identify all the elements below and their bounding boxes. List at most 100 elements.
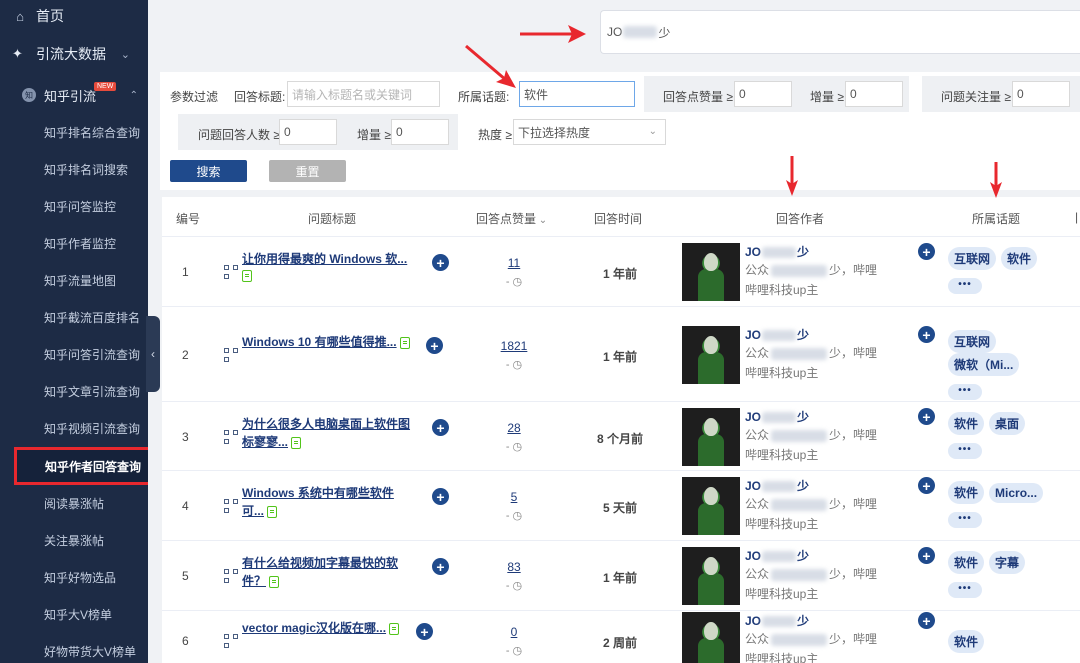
document-icon[interactable] (389, 622, 400, 635)
question-title-link[interactable]: vector magic汉化版在哪... (242, 621, 386, 635)
sidebar-item[interactable]: 知乎好物选品 (0, 559, 148, 596)
votes-input[interactable]: 0 (734, 81, 792, 107)
document-icon[interactable] (399, 336, 410, 349)
question-title-link[interactable]: 让你用得最爽的 Windows 软... (242, 252, 407, 266)
author-avatar[interactable] (682, 243, 740, 301)
add-author-icon[interactable]: + (918, 612, 935, 629)
sidebar-item[interactable]: 知乎问答监控 (0, 188, 148, 225)
add-author-icon[interactable]: + (918, 326, 935, 343)
sidebar-item[interactable]: 知乎问答引流查询 (0, 336, 148, 373)
sidebar-item[interactable]: 知乎排名综合查询 (0, 114, 148, 151)
author-name-prefix: JO (745, 479, 762, 493)
sidebar-item[interactable]: 知乎视频引流查询 (0, 410, 148, 447)
qr-icon[interactable] (224, 429, 238, 444)
author-name[interactable]: JO 少 (745, 547, 905, 564)
author-name[interactable]: JO 少 (745, 326, 905, 343)
add-question-icon[interactable]: + (432, 558, 449, 575)
more-tags-button[interactable]: ••• (948, 582, 982, 598)
author-avatar[interactable] (682, 408, 740, 466)
topic-tag[interactable]: Micro... (989, 483, 1044, 503)
question-title-cell: vector magic汉化版在哪... (242, 619, 412, 637)
add-question-icon[interactable]: + (432, 488, 449, 505)
sidebar-item[interactable]: 阅读暴涨帖 (0, 485, 148, 522)
reset-button[interactable]: 重置 (269, 160, 346, 182)
more-tags-button[interactable]: ••• (948, 512, 982, 528)
topic-tag[interactable]: 互联网 (948, 247, 997, 270)
sidebar-item[interactable]: 好物带货大V榜单 (0, 633, 148, 663)
qr-icon[interactable] (224, 498, 238, 513)
qr-icon[interactable] (224, 347, 238, 362)
question-title-link[interactable]: Windows 10 有哪些值得推... (242, 335, 397, 349)
topic-tag[interactable]: 软件 (948, 481, 985, 504)
question-title-link[interactable]: 为什么很多人电脑桌面上软件图标寥寥... (242, 417, 410, 449)
question-title-link[interactable]: 有什么给视频加字幕最快的软件？ (242, 556, 398, 588)
sidebar-sub-zhihu[interactable]: 知 知乎引流 NEW ⌃ (0, 76, 148, 114)
sidebar-item[interactable]: 关注暴涨帖 (0, 522, 148, 559)
sidebar-item[interactable]: 知乎作者回答查询 (14, 447, 148, 485)
qr-icon[interactable] (224, 264, 238, 279)
answer-title-input[interactable]: 请输入标题名或关键词 (287, 81, 440, 107)
document-icon[interactable] (242, 269, 252, 282)
topic-tag[interactable]: 软件 (1001, 247, 1038, 270)
more-tags-button[interactable]: ••• (948, 443, 982, 459)
votes-link[interactable]: 0 (494, 625, 534, 639)
votes-increase-input[interactable]: 0 (845, 81, 903, 107)
topic-tag[interactable]: 软件 (948, 412, 985, 435)
sidebar-item[interactable]: 知乎排名词搜索 (0, 151, 148, 188)
sidebar-item[interactable]: 知乎大V榜单 (0, 596, 148, 633)
sidebar-item[interactable]: 知乎截流百度排名 (0, 299, 148, 336)
author-desc-line1: 公众 少，哔哩 (745, 343, 905, 363)
follow-input[interactable]: 0 (1012, 81, 1070, 107)
add-author-icon[interactable]: + (918, 243, 935, 260)
add-question-icon[interactable]: + (426, 337, 443, 354)
sidebar-item[interactable]: 知乎文章引流查询 (0, 373, 148, 410)
document-icon[interactable] (291, 436, 302, 449)
author-avatar[interactable] (682, 477, 740, 535)
add-question-icon[interactable]: + (432, 419, 449, 436)
votes-link[interactable]: 28 (494, 421, 534, 435)
sidebar-home[interactable]: ⌂ 首页 (0, 0, 148, 32)
qr-icon[interactable] (224, 633, 238, 648)
topic-tag[interactable]: 微软（Mi... (948, 353, 1020, 376)
topic-tag[interactable]: 桌面 (989, 412, 1026, 435)
qr-icon[interactable] (224, 568, 238, 583)
author-avatar[interactable] (682, 326, 740, 384)
sidebar-group-traffic[interactable]: ✦ 引流大数据 ⌄ (0, 32, 148, 76)
author-name[interactable]: JO 少 (745, 243, 905, 260)
add-author-icon[interactable]: + (918, 408, 935, 425)
sidebar-collapse-toggle[interactable]: ‹ (146, 316, 160, 392)
add-author-icon[interactable]: + (918, 547, 935, 564)
author-avatar[interactable] (682, 547, 740, 605)
heat-select[interactable]: 下拉选择热度 ⌄ (513, 119, 666, 145)
topic-tag[interactable]: 软件 (948, 630, 985, 653)
topic-tag[interactable]: 软件 (948, 551, 985, 574)
sidebar-item[interactable]: 知乎流量地图 (0, 262, 148, 299)
more-tags-button[interactable]: ••• (948, 384, 982, 400)
author-name[interactable]: JO 少 (745, 477, 905, 494)
answers-count-input[interactable]: 0 (279, 119, 337, 145)
topic-input[interactable]: 软件 (519, 81, 635, 107)
votes-link[interactable]: 11 (494, 256, 534, 270)
more-tags-button[interactable]: ••• (948, 278, 982, 294)
selected-author-field[interactable]: JO 少 (600, 10, 1080, 54)
document-icon[interactable] (267, 505, 278, 518)
author-name[interactable]: JO 少 (745, 612, 905, 629)
author-name-suffix: 少 (797, 614, 810, 628)
votes-link[interactable]: 1821 (494, 339, 534, 353)
annotation-arrow (465, 44, 516, 88)
topic-tag[interactable]: 互联网 (948, 330, 997, 353)
add-question-icon[interactable]: + (416, 623, 433, 640)
header-votes[interactable]: 回答点赞量 ⌄ (476, 210, 547, 227)
author-avatar[interactable] (682, 612, 740, 663)
search-button[interactable]: 搜索 (170, 160, 247, 182)
votes-link[interactable]: 5 (494, 490, 534, 504)
answers-increase-input[interactable]: 0 (391, 119, 449, 145)
author-name[interactable]: JO 少 (745, 408, 905, 425)
sidebar-item[interactable]: 知乎作者监控 (0, 225, 148, 262)
question-title-link[interactable]: Windows 系统中有哪些软件可... (242, 486, 394, 518)
document-icon[interactable] (269, 575, 280, 588)
topic-tag[interactable]: 字幕 (989, 551, 1026, 574)
add-author-icon[interactable]: + (918, 477, 935, 494)
votes-link[interactable]: 83 (494, 560, 534, 574)
add-question-icon[interactable]: + (432, 254, 449, 271)
